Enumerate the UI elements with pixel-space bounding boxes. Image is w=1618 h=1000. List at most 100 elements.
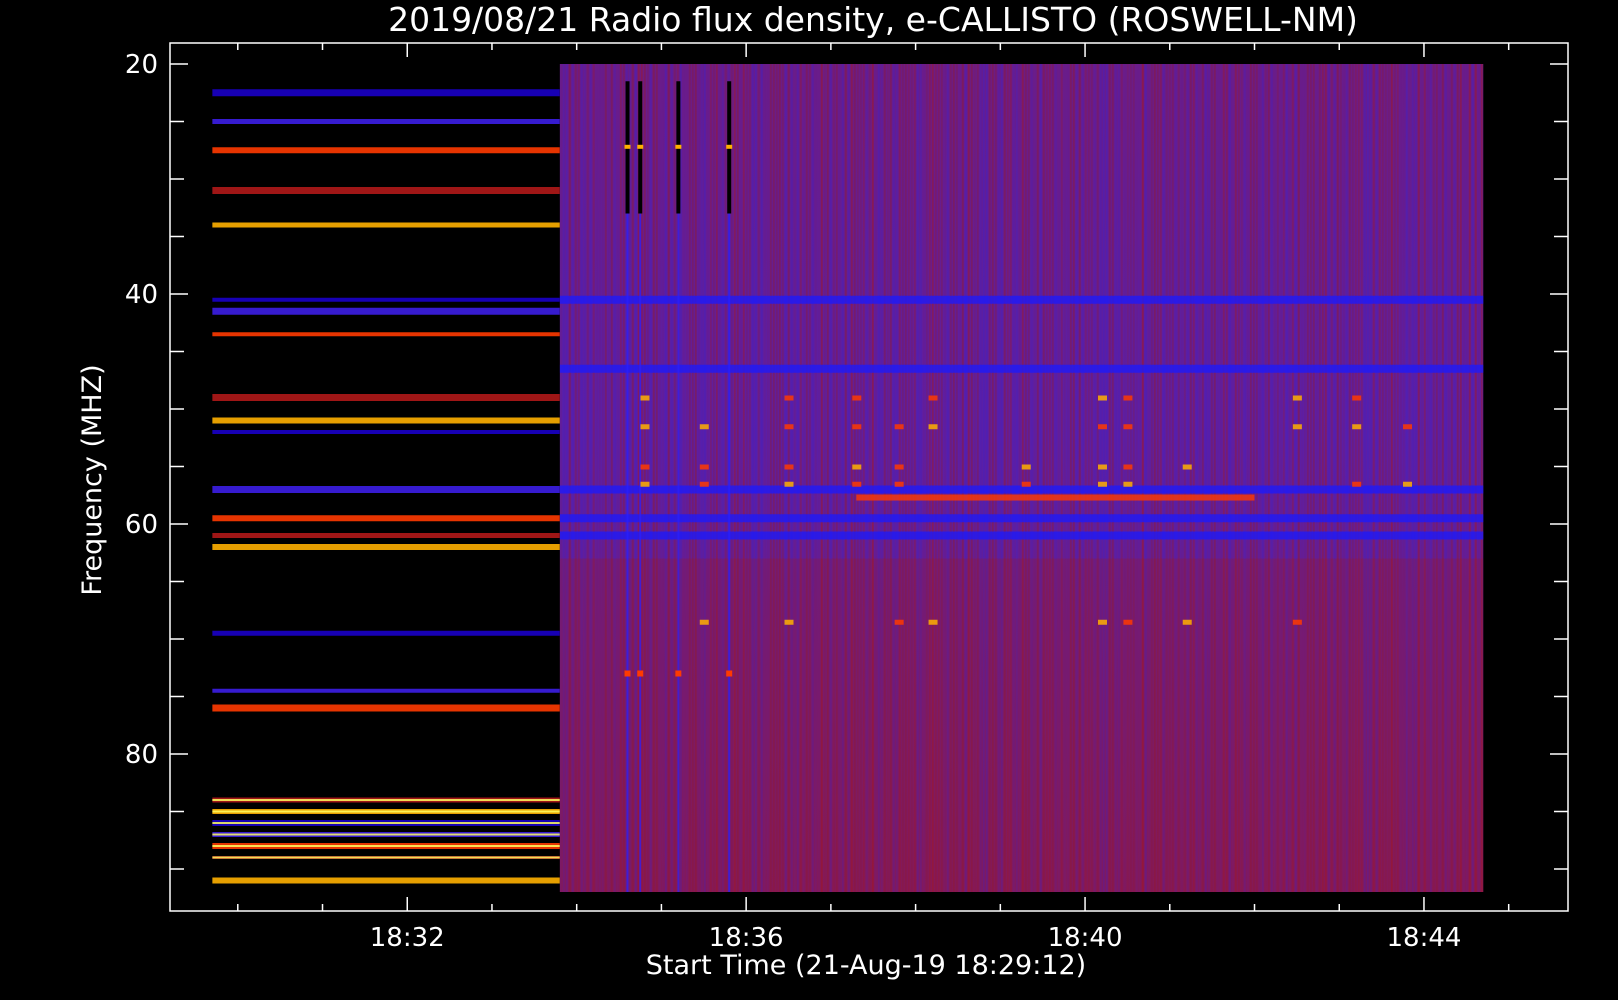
bright-band: [212, 89, 560, 97]
bright-band: [212, 630, 560, 636]
interference-dot: [852, 395, 862, 401]
bright-band-core: [212, 799, 560, 801]
interference-dot: [1098, 481, 1107, 487]
bright-band: [212, 332, 560, 337]
burst-spot-low: [624, 670, 631, 677]
bright-band: [212, 307, 560, 315]
y-tick-label: 60: [125, 510, 158, 540]
interference-dot: [852, 481, 862, 487]
blue-band: [559, 364, 1484, 373]
interference-dot: [699, 464, 709, 470]
interference-dot: [1123, 619, 1133, 625]
bright-band: [212, 417, 560, 424]
bright-band-core: [212, 833, 560, 836]
bright-band-core: [212, 822, 560, 824]
interference-dot: [784, 464, 794, 470]
interference-dot: [640, 395, 650, 401]
burst-trace: [639, 213, 642, 892]
burst-spot-low: [637, 670, 644, 677]
bright-band: [212, 297, 560, 302]
bright-band: [212, 430, 560, 434]
y-tick-label: 40: [125, 280, 158, 310]
y-axis-label: Frequency (MHZ): [77, 364, 108, 595]
x-tick-label: 18:32: [370, 923, 445, 953]
bright-band: [212, 515, 560, 522]
interference-dot: [1292, 424, 1302, 430]
interference-dot: [894, 619, 904, 625]
interference-dot: [1098, 464, 1107, 470]
blue-band: [559, 514, 1484, 523]
interference-streak: [856, 494, 1255, 501]
burst-spot: [637, 144, 644, 149]
x-tick-label: 18:44: [1386, 923, 1461, 953]
bright-band: [212, 704, 560, 712]
interference-dot: [1098, 619, 1107, 625]
interference-dot: [1182, 619, 1192, 625]
bright-band-core: [212, 845, 560, 847]
burst-trace: [677, 213, 680, 892]
interference-dot: [1021, 481, 1031, 487]
blue-band: [559, 485, 1484, 494]
interference-dot: [1182, 464, 1192, 470]
spectrogram-chart: 2019/08/21 Radio flux density, e-CALLIST…: [0, 0, 1618, 1000]
interference-dot: [1352, 424, 1362, 430]
burst-trace: [626, 213, 629, 892]
burst-spot-low: [675, 670, 682, 677]
bright-band: [212, 688, 560, 693]
burst-spot: [726, 144, 733, 149]
y-tick-label: 20: [125, 50, 158, 80]
interference-dot: [1098, 424, 1107, 430]
bright-band: [212, 877, 560, 884]
interference-dot: [1403, 481, 1413, 487]
chart-title: 2019/08/21 Radio flux density, e-CALLIST…: [388, 0, 1358, 39]
interference-dot: [928, 619, 938, 625]
interference-dot: [699, 481, 709, 487]
y-tick-label: 80: [125, 740, 158, 770]
interference-dot: [1352, 481, 1362, 487]
interference-dot: [699, 619, 709, 625]
interference-dot: [640, 481, 650, 487]
interference-dot: [1021, 464, 1031, 470]
interference-dot: [784, 619, 794, 625]
bright-band: [212, 486, 560, 493]
burst-trace: [728, 213, 731, 892]
interference-dot: [1292, 619, 1302, 625]
interference-dot: [1123, 395, 1133, 401]
x-axis-label: Start Time (21-Aug-19 18:29:12): [646, 950, 1086, 981]
interference-dot: [1292, 395, 1302, 401]
interference-dot: [1098, 395, 1107, 401]
interference-dot: [852, 464, 862, 470]
bright-band-core: [212, 810, 560, 813]
plot-area: [212, 64, 1484, 892]
interference-dot: [699, 424, 709, 430]
interference-dot: [784, 481, 794, 487]
interference-dot: [928, 424, 938, 430]
interference-dot: [1123, 481, 1133, 487]
bright-band: [212, 187, 560, 194]
burst-spot: [675, 144, 682, 149]
chart-svg: 2019/08/21 Radio flux density, e-CALLIST…: [77, 0, 1569, 981]
burst-spot-low: [726, 670, 733, 677]
bright-band: [212, 394, 560, 401]
bright-band: [212, 222, 560, 228]
bright-band: [212, 544, 560, 550]
interference-dot: [894, 481, 904, 487]
interference-dot: [1123, 464, 1133, 470]
interference-dot: [852, 424, 862, 430]
bright-band: [212, 147, 560, 154]
x-tick-label: 18:36: [709, 923, 784, 953]
interference-dot: [928, 395, 938, 401]
interference-dot: [1123, 424, 1133, 430]
blue-band: [559, 531, 1484, 540]
interference-dot: [894, 424, 904, 430]
bright-band: [212, 533, 560, 538]
interference-dot: [1403, 424, 1413, 430]
interference-dot: [894, 464, 904, 470]
burst-spot: [624, 144, 631, 149]
interference-dot: [640, 464, 650, 470]
bright-band-core: [212, 856, 560, 859]
interference-dot: [784, 395, 794, 401]
spectrogram-lower-red: [559, 558, 1484, 892]
interference-dot: [640, 424, 650, 430]
bright-band: [212, 119, 560, 124]
